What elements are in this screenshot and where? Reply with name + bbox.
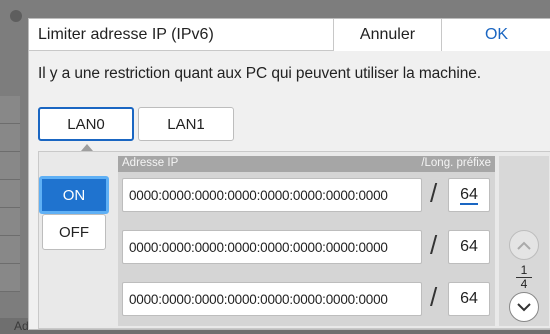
lan-settings-panel: ON OFF Adresse IP /Long. préfixe 0000:00… — [38, 151, 550, 329]
prefix-length-field[interactable]: 64 — [448, 230, 490, 264]
header-prefix-length: /Long. préfixe — [421, 157, 491, 169]
prefix-length-value: 64 — [460, 290, 478, 307]
total-pages: 4 — [520, 277, 528, 291]
ip-address-list: Adresse IP /Long. préfixe 0000:0000:0000… — [118, 156, 495, 326]
ip-address-field[interactable]: 0000:0000:0000:0000:0000:0000:0000:0000 — [122, 282, 422, 316]
chevron-down-icon — [517, 302, 531, 311]
dialog-message: Il y a une restriction quant aux PC qui … — [38, 65, 481, 82]
scroll-pager: 1 4 — [499, 156, 549, 326]
slash-separator: / — [430, 178, 438, 208]
list-item: 0000:0000:0000:0000:0000:0000:0000:0000 … — [118, 276, 495, 326]
ip-address-field[interactable]: 0000:0000:0000:0000:0000:0000:0000:0000 — [122, 230, 422, 264]
status-icon — [10, 10, 22, 22]
ip-address-field[interactable]: 0000:0000:0000:0000:0000:0000:0000:0000 — [122, 178, 422, 212]
selected-tab-caret-icon — [81, 144, 93, 151]
list-item: 0000:0000:0000:0000:0000:0000:0000:0000 … — [118, 172, 495, 222]
tab-lan0[interactable]: LAN0 — [38, 107, 134, 141]
tab-lan1[interactable]: LAN1 — [138, 107, 234, 141]
slash-separator: / — [430, 282, 438, 312]
prefix-length-field[interactable]: 64 — [448, 282, 490, 316]
dialog-title: Limiter adresse IP (IPv6) — [38, 26, 214, 43]
cancel-button[interactable]: Annuler — [333, 19, 441, 51]
page-indicator: 1 4 — [515, 264, 533, 291]
scroll-down-button[interactable] — [509, 292, 539, 322]
list-header: Adresse IP /Long. préfixe — [118, 156, 495, 172]
current-page: 1 — [520, 263, 528, 277]
background-sidebar — [0, 96, 20, 316]
ip-restriction-dialog: Limiter adresse IP (IPv6) Annuler OK Il … — [28, 18, 550, 330]
off-button[interactable]: OFF — [42, 214, 106, 250]
header-ip-address: Adresse IP — [122, 157, 179, 169]
dialog-titlebar: Limiter adresse IP (IPv6) Annuler OK — [29, 19, 550, 51]
chevron-up-icon — [517, 241, 531, 250]
slash-separator: / — [430, 230, 438, 260]
list-item: 0000:0000:0000:0000:0000:0000:0000:0000 … — [118, 224, 495, 274]
ok-button[interactable]: OK — [441, 19, 550, 51]
prefix-length-field[interactable]: 64 — [448, 178, 490, 212]
scroll-up-button[interactable] — [509, 230, 539, 260]
prefix-length-value: 64 — [460, 185, 478, 205]
prefix-length-value: 64 — [460, 238, 478, 255]
on-button[interactable]: ON — [39, 176, 109, 214]
